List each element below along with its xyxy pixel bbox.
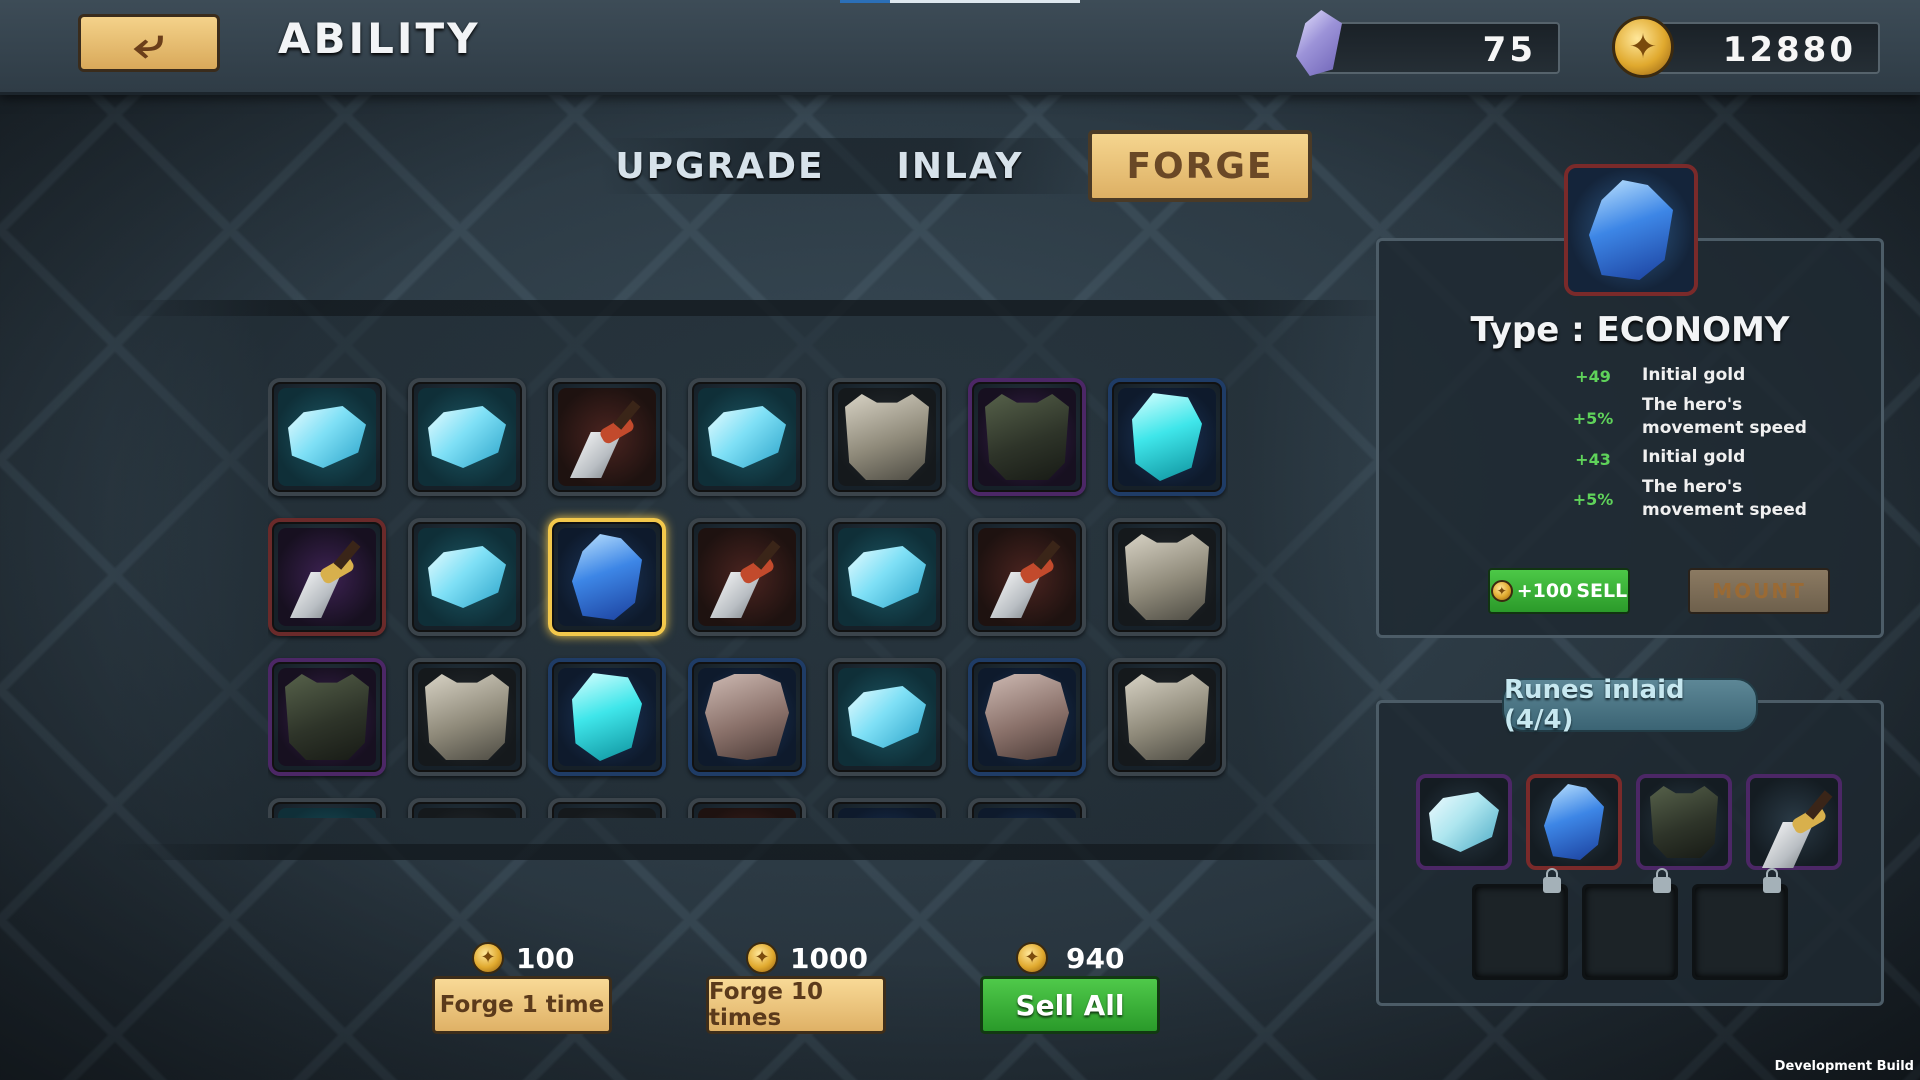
stat-text: Initial gold [1642,365,1746,385]
stat-value: +43 [1575,450,1611,469]
inventory-slot[interactable] [268,378,386,496]
inventory-slot[interactable] [688,658,806,776]
tab-forge[interactable]: FORGE [1088,130,1312,202]
page-title: ABILITY [278,14,481,63]
stat-text: Initial gold [1642,447,1746,467]
inventory-slot[interactable] [968,378,1086,496]
dark-armor-icon [285,674,369,760]
inventory-slot[interactable] [268,658,386,776]
inventory-slot[interactable] [688,518,806,636]
stat-value: +49 [1575,367,1611,386]
coin-icon: ✦ [1490,580,1513,602]
tab-upgrade[interactable]: UPGRADE [608,130,832,202]
inventory-slot[interactable] [408,378,526,496]
dark-armor-icon [985,394,1069,480]
gems-counter: 75 [1310,22,1560,74]
ice-rock-icon [1429,792,1499,852]
cyan-crystal-icon [1132,393,1202,481]
back-arrow-icon: ⤶ [133,18,165,67]
inventory-slot[interactable] [688,798,806,818]
armor-icon [845,394,929,480]
inventory-slot[interactable] [688,378,806,496]
inventory-slot[interactable] [548,658,666,776]
mount-button[interactable]: MOUNT [1688,568,1830,614]
armor-icon [1125,674,1209,760]
inventory-slot[interactable] [828,518,946,636]
lock-icon [1653,868,1671,893]
rune-slot-2[interactable] [1526,774,1622,870]
forge-1-cost: ✦ 100 [472,938,574,978]
item-type-title: Type : ECONOMY [1470,310,1790,350]
rune-slot-1[interactable] [1416,774,1512,870]
inventory-slot[interactable] [968,658,1086,776]
runes-title: Runes inlaid (4/4) [1502,675,1758,735]
inventory-slot[interactable] [408,798,526,818]
plate-armor-icon [705,674,789,760]
forge-1-button[interactable]: Forge 1 time [432,976,612,1034]
inventory-slot[interactable] [968,798,1086,818]
coin-icon: ✦ [472,942,504,974]
inventory-slot[interactable] [968,518,1086,636]
gold-counter: 12880 [1640,22,1880,74]
armor-icon [425,674,509,760]
sell-item-button[interactable]: ✦ +100 SELL [1488,568,1630,614]
lock-icon [1543,868,1561,893]
inventory-slot[interactable] [548,378,666,496]
cyan-crystal-icon [572,673,642,761]
inventory-slot[interactable] [828,378,946,496]
inventory-slot[interactable] [268,798,386,818]
golden-dagger-icon [1754,782,1834,868]
dagger-icon [982,532,1072,622]
gold-value: 12880 [1722,30,1856,70]
coin-icon: ✦ [746,942,778,974]
rune-slot-3[interactable] [1636,774,1732,870]
stat-text: The hero's movement speed [1642,395,1807,438]
lock-icon [1763,868,1781,893]
inventory-slot[interactable] [548,798,666,818]
blue-crystal-icon [1544,784,1604,860]
armor-icon [1125,534,1209,620]
sell-all-cost: ✦ 940 [1016,938,1124,978]
rune-slot-4[interactable] [1746,774,1842,870]
tab-inlay[interactable]: INLAY [848,130,1072,202]
dev-build-label: Development Build [1774,1059,1914,1074]
stat-text: The hero's movement speed [1642,477,1807,520]
coin-icon: ✦ [1016,942,1048,974]
plate-armor-icon [985,674,1069,760]
inventory-slot[interactable] [828,658,946,776]
purple-dagger-icon [282,532,372,622]
inventory-slot[interactable] [408,658,526,776]
inventory-grid [268,378,1228,818]
inventory-slot[interactable] [828,798,946,818]
forge-10-button[interactable]: Forge 10 times [706,976,886,1034]
selected-item-icon [1564,164,1698,296]
locked-rune-slot [1692,868,1788,980]
dagger-icon [702,532,792,622]
locked-rune-slot [1472,868,1568,980]
dagger-icon [562,392,652,482]
inventory-slot[interactable] [1108,658,1226,776]
sell-all-button[interactable]: Sell All [980,976,1160,1034]
blue-crystal-icon [1589,180,1673,280]
stat-value: +5% [1572,490,1614,509]
loading-indicator [840,0,1080,3]
back-button[interactable]: ⤶ [78,14,220,72]
dark-armor-icon [1650,786,1718,858]
gold-coin-icon: ✦ [1612,16,1674,78]
locked-rune-slot [1582,868,1678,980]
gems-value: 75 [1482,30,1536,70]
forge-10-cost: ✦ 1000 [746,938,868,978]
inventory-slot[interactable] [268,518,386,636]
stat-value: +5% [1572,409,1614,428]
inventory-slot[interactable] [1108,378,1226,496]
inventory-slot[interactable] [1108,518,1226,636]
inventory-slot[interactable] [408,518,526,636]
inventory-slot[interactable] [548,518,666,636]
